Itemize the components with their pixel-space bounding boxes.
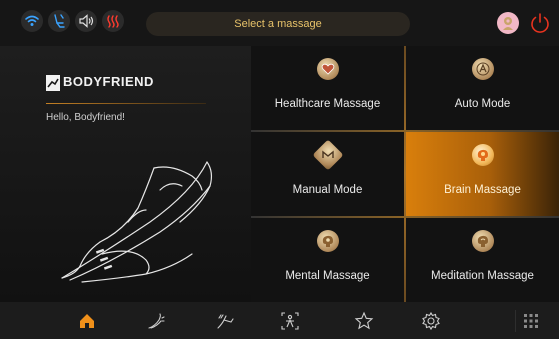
- settings-icon[interactable]: [420, 310, 442, 332]
- grid-divider-horizontal: [251, 130, 559, 132]
- menu-tile-label: Auto Mode: [454, 98, 511, 110]
- menu-tile-label: Mental Massage: [285, 270, 370, 282]
- menu-tile-mental-massage[interactable]: Mental Massage: [251, 218, 404, 302]
- menu-tile-auto-mode[interactable]: Auto Mode: [406, 46, 559, 130]
- meditation-head-icon: [472, 230, 494, 252]
- menu-tile-healthcare-massage[interactable]: Healthcare Massage: [251, 46, 404, 130]
- volume-icon[interactable]: [75, 10, 97, 32]
- auto-a-icon: [472, 58, 494, 80]
- menu-tile-meditation-massage[interactable]: Meditation Massage: [406, 218, 559, 302]
- menu-tile-label: Manual Mode: [292, 184, 363, 196]
- brand-name: BODYFRIEND: [63, 74, 154, 89]
- page-title: Select a massage: [146, 12, 410, 36]
- chair-recline-icon[interactable]: [145, 310, 167, 332]
- massage-chair-illustration: [61, 161, 213, 283]
- apps-grid-icon[interactable]: [515, 310, 546, 332]
- status-bar: Select a massage: [0, 0, 559, 46]
- grid-divider-vertical: [404, 46, 406, 302]
- heart-icon: [317, 58, 339, 80]
- user-avatar-icon[interactable]: [497, 12, 519, 34]
- sidebar-panel: BODYFRIEND Hello, Bodyfriend!: [0, 46, 251, 302]
- wifi-icon[interactable]: [21, 10, 43, 32]
- grid-divider-horizontal: [251, 216, 559, 218]
- home-icon[interactable]: [76, 310, 98, 332]
- chair-stretch-icon[interactable]: [214, 310, 236, 332]
- power-icon[interactable]: [528, 11, 552, 35]
- brand-logo-icon: [46, 75, 60, 91]
- greeting-text: Hello, Bodyfriend!: [46, 112, 125, 123]
- menu-tile-label: Brain Massage: [444, 184, 521, 196]
- manual-m-icon: [312, 139, 344, 171]
- heat-icon[interactable]: [102, 10, 124, 32]
- menu-tile-label: Healthcare Massage: [274, 98, 381, 110]
- favorite-star-icon[interactable]: [353, 310, 375, 332]
- menu-tile-label: Meditation Massage: [431, 270, 534, 282]
- mental-head-icon: [317, 230, 339, 252]
- brand-divider: [46, 103, 206, 104]
- massage-menu-grid: Healthcare Massage Auto Mode Manual Mode…: [251, 46, 559, 302]
- menu-tile-manual-mode[interactable]: Manual Mode: [251, 132, 404, 216]
- recline-icon[interactable]: [48, 10, 70, 32]
- body-scan-icon[interactable]: [279, 310, 301, 332]
- menu-tile-brain-massage[interactable]: Brain Massage: [406, 132, 559, 216]
- brain-icon: [472, 144, 494, 166]
- bottom-nav: [0, 302, 559, 339]
